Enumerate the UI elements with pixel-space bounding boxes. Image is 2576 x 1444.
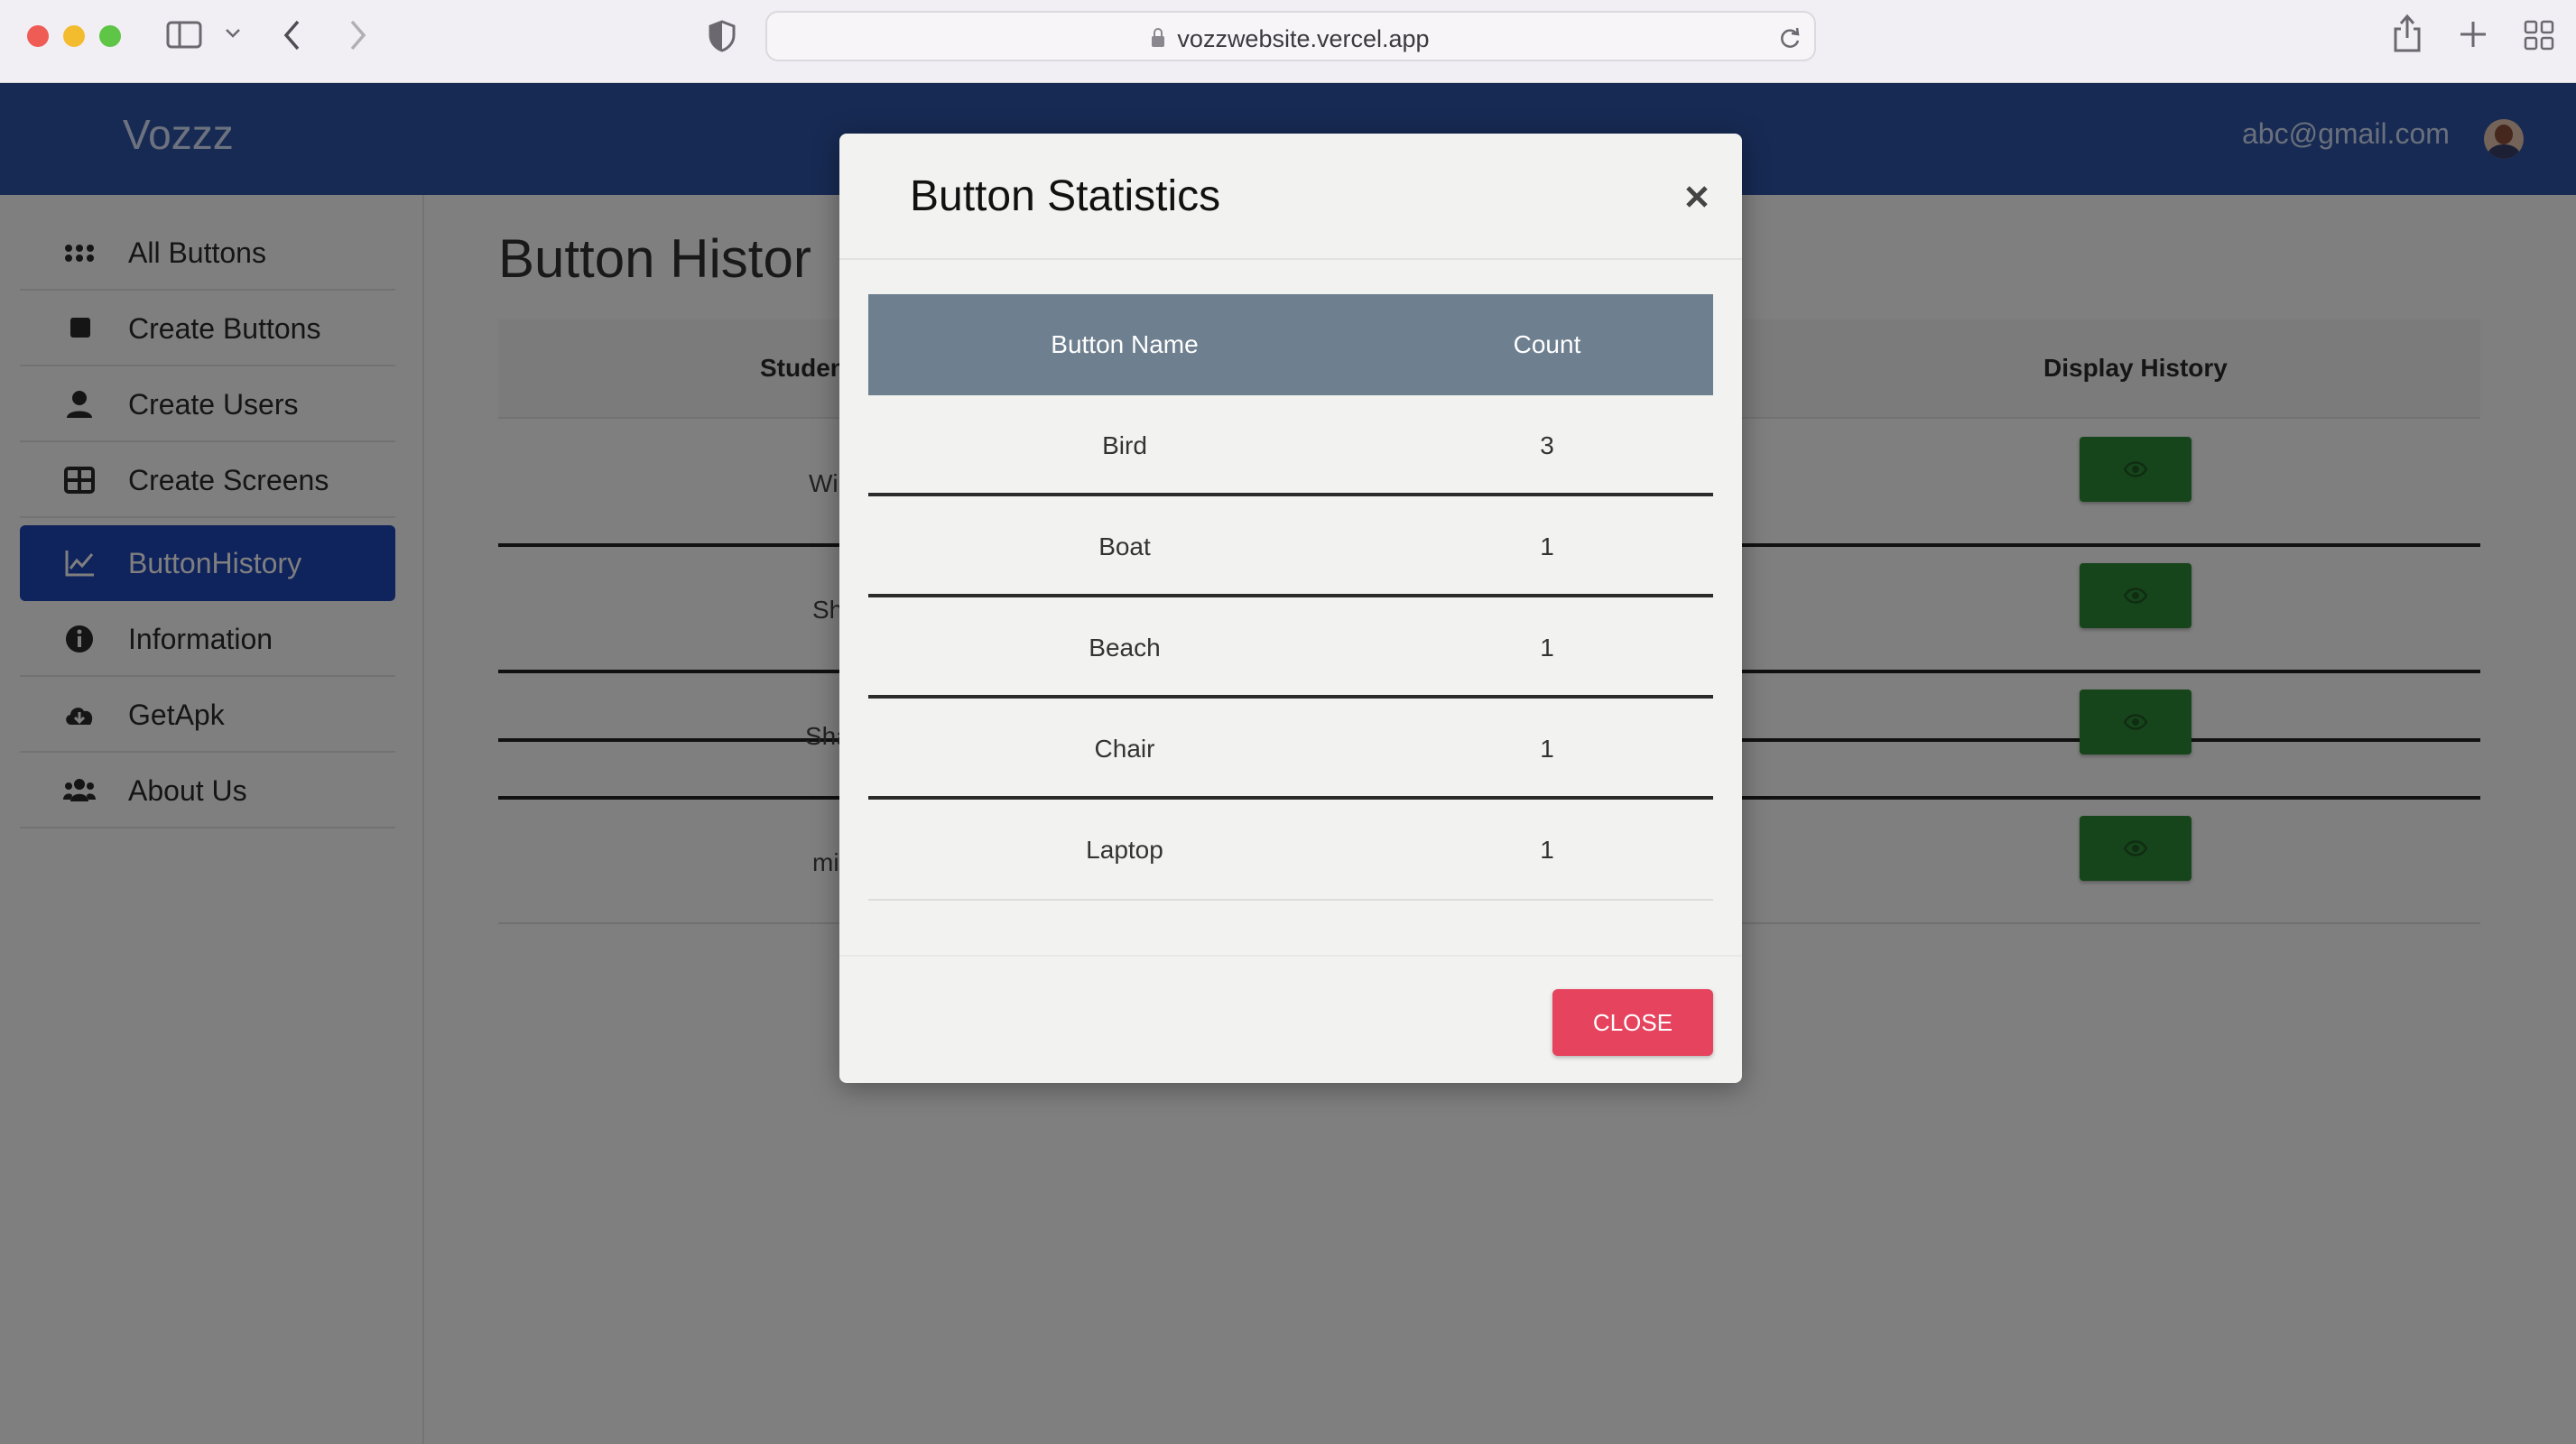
tab-overview-icon[interactable] bbox=[2524, 20, 2554, 51]
url-text: vozzwebsite.vercel.app bbox=[767, 25, 1814, 53]
column-header-button-name: Button Name bbox=[1051, 330, 1199, 358]
button-name-cell: Chair bbox=[1094, 735, 1155, 763]
new-tab-plus-icon[interactable] bbox=[2459, 20, 2488, 49]
table-row: Bird 3 bbox=[868, 395, 1713, 496]
close-button[interactable]: CLOSE bbox=[1552, 989, 1713, 1056]
button-name-cell: Bird bbox=[1102, 431, 1147, 459]
count-cell: 1 bbox=[1540, 735, 1554, 763]
row-divider bbox=[868, 899, 1713, 901]
column-header-count: Count bbox=[1513, 330, 1581, 358]
modal-footer-divider bbox=[839, 955, 1742, 957]
address-bar[interactable]: vozzwebsite.vercel.app bbox=[765, 11, 1816, 61]
sidebar-toggle-icon[interactable] bbox=[166, 20, 204, 51]
table-row: Boat 1 bbox=[868, 496, 1713, 597]
window-zoom-button[interactable] bbox=[99, 25, 121, 47]
button-statistics-modal: Button Statistics Button Name Count Bird… bbox=[839, 134, 1742, 1083]
reload-icon[interactable] bbox=[1778, 25, 1802, 51]
window-close-button[interactable] bbox=[27, 25, 49, 47]
share-icon[interactable] bbox=[2392, 13, 2423, 54]
lock-icon bbox=[1152, 28, 1165, 47]
table-row: Beach 1 bbox=[868, 597, 1713, 699]
count-cell: 1 bbox=[1540, 532, 1554, 560]
forward-arrow-icon[interactable] bbox=[347, 18, 368, 52]
chevron-down-icon[interactable] bbox=[224, 27, 242, 40]
count-cell: 1 bbox=[1540, 634, 1554, 662]
button-name-cell: Laptop bbox=[1086, 836, 1163, 864]
count-cell: 1 bbox=[1540, 836, 1554, 864]
back-arrow-icon[interactable] bbox=[282, 18, 303, 52]
table-row: Chair 1 bbox=[868, 699, 1713, 800]
count-cell: 3 bbox=[1540, 431, 1554, 459]
modal-title: Button Statistics bbox=[910, 172, 1221, 220]
table-row: Laptop 1 bbox=[868, 800, 1713, 901]
close-icon[interactable] bbox=[1682, 182, 1711, 211]
modal-header: Button Statistics bbox=[839, 134, 1742, 260]
stats-table-header: Button Name Count bbox=[868, 294, 1713, 395]
url-label: vozzwebsite.vercel.app bbox=[1177, 25, 1430, 52]
button-name-cell: Boat bbox=[1098, 532, 1151, 560]
browser-toolbar: vozzwebsite.vercel.app bbox=[0, 0, 2576, 83]
privacy-shield-icon[interactable] bbox=[708, 20, 737, 52]
button-name-cell: Beach bbox=[1089, 634, 1161, 662]
window-minimize-button[interactable] bbox=[63, 25, 85, 47]
